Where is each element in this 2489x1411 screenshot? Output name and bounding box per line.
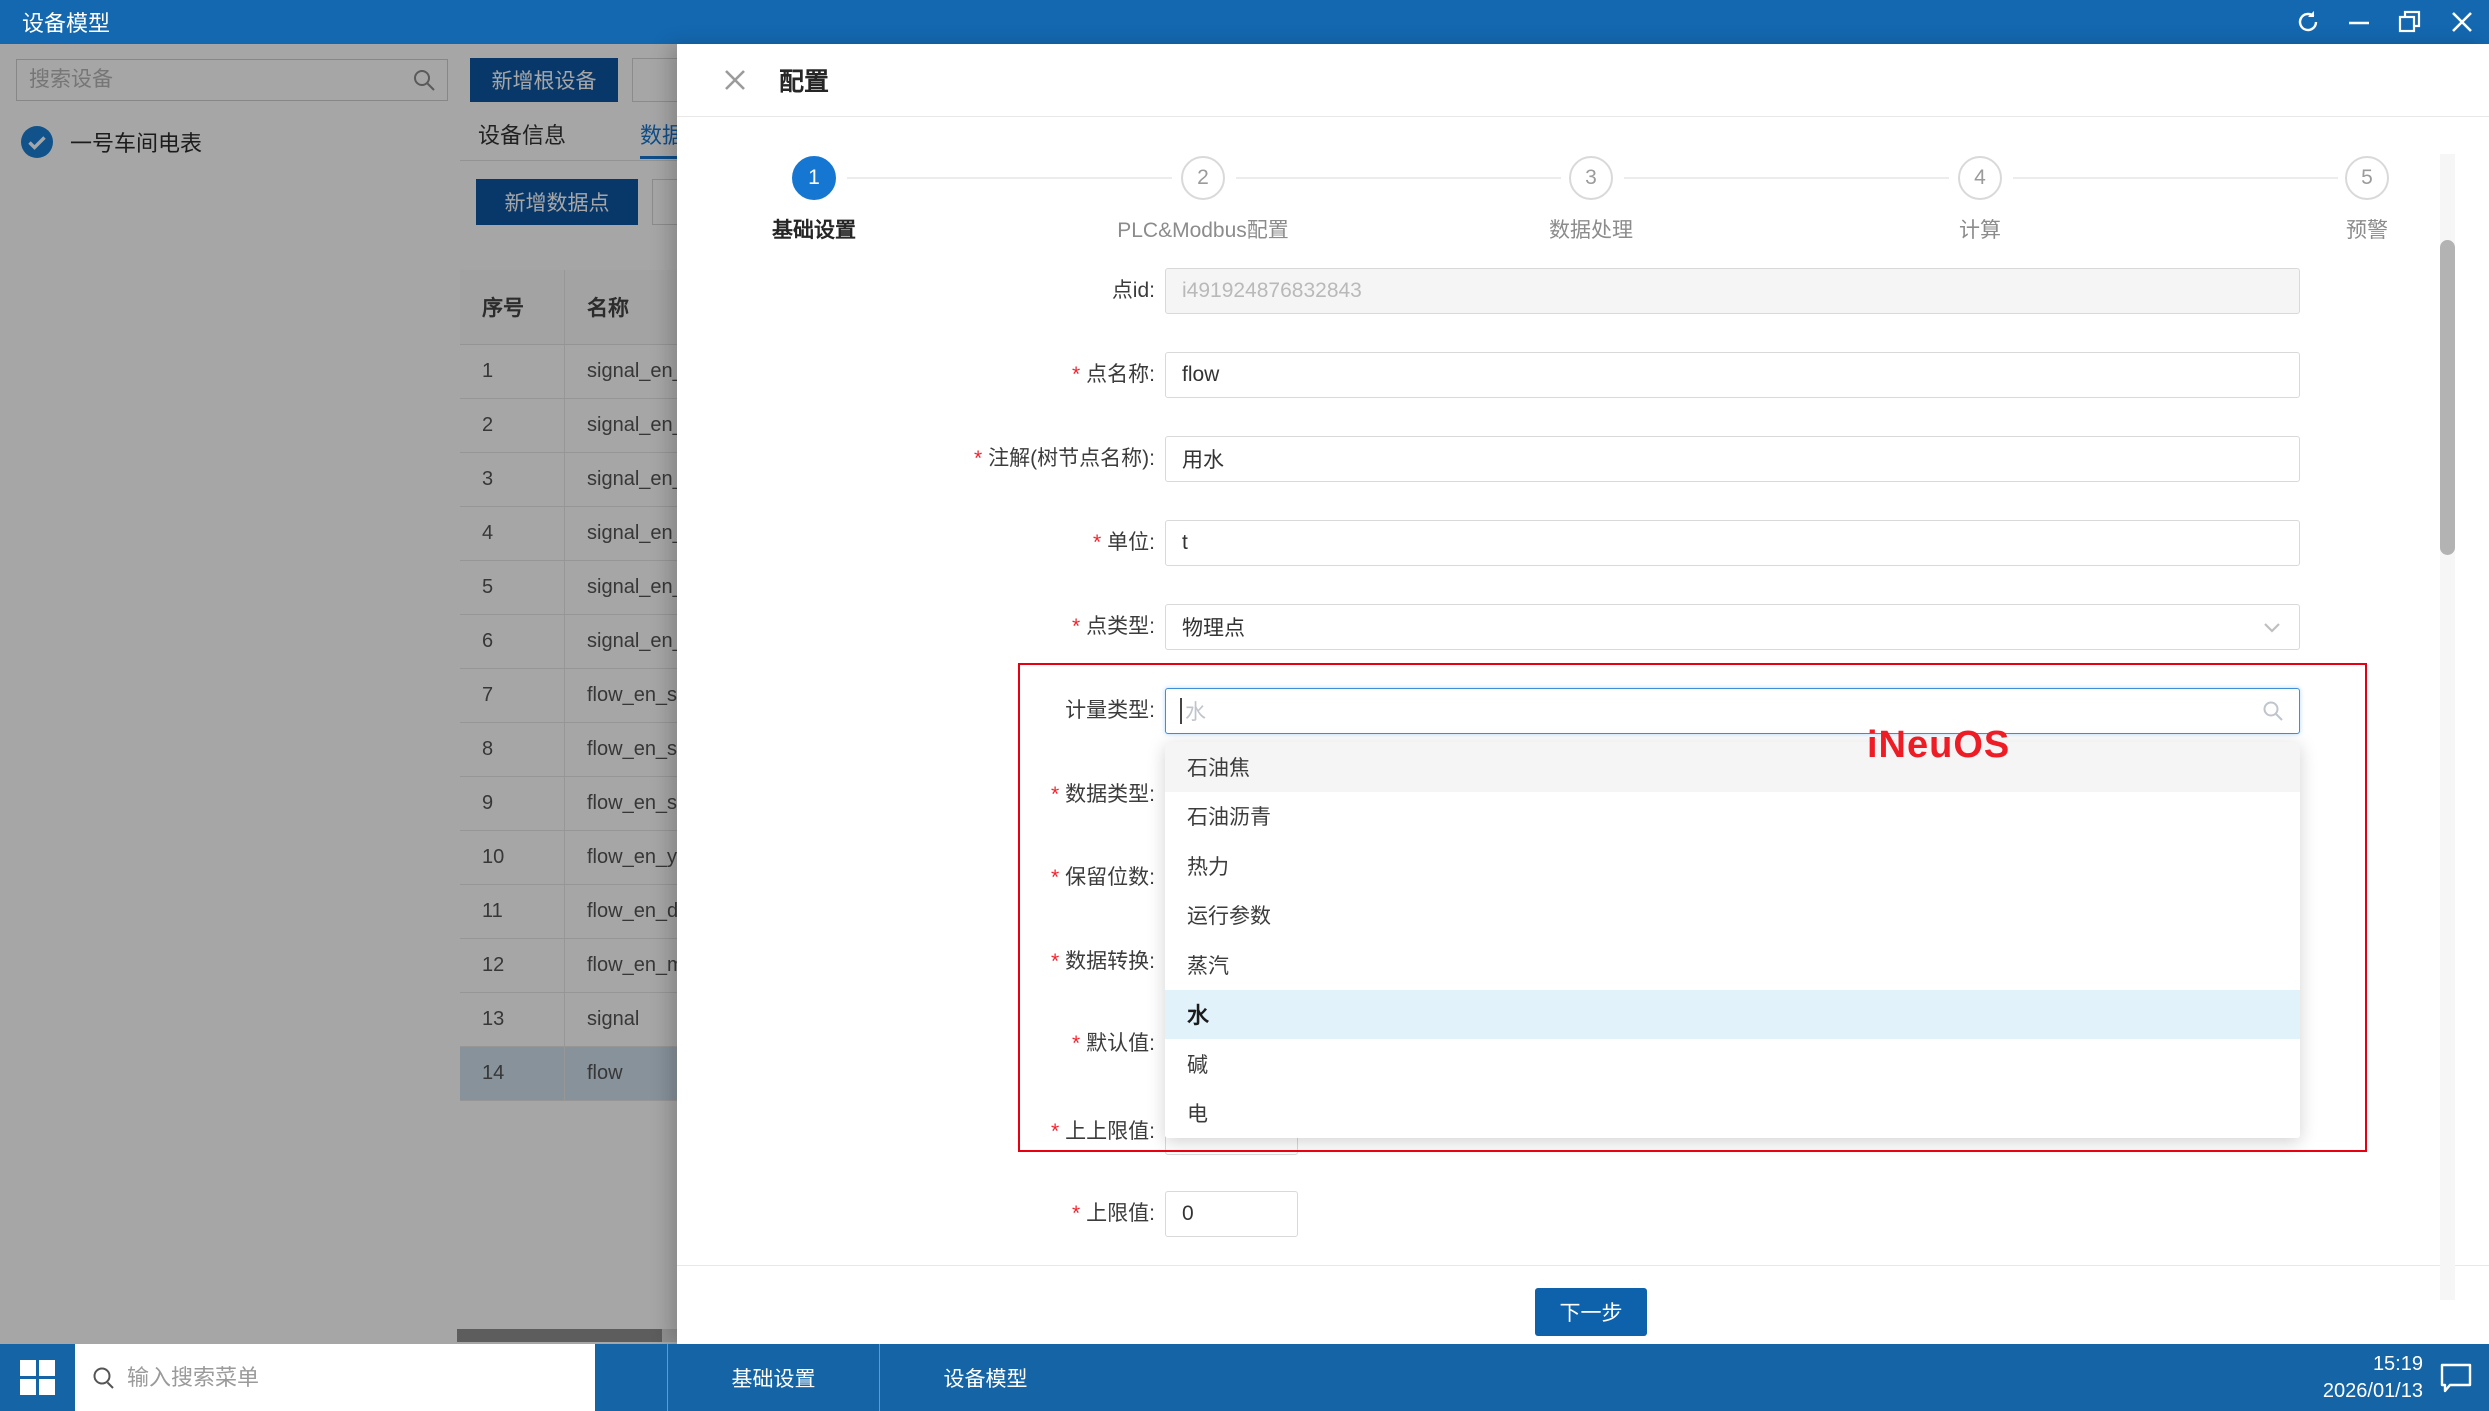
- dialog-header: 配置: [677, 44, 2489, 117]
- step-connector: [1624, 177, 1949, 179]
- taskbar-search-box: [75, 1344, 595, 1411]
- step-3-circle[interactable]: 3: [1569, 156, 1613, 200]
- data-convert-label: * 数据转换:: [1050, 950, 1155, 973]
- step-5-circle[interactable]: 5: [2345, 156, 2389, 200]
- dialog-close-icon[interactable]: [721, 66, 749, 94]
- metric-type-value: 水: [1185, 701, 1206, 724]
- dropdown-item[interactable]: 石油沥青: [1165, 791, 2300, 841]
- metric-type-search-input[interactable]: 水: [1165, 688, 2300, 734]
- dropdown-item[interactable]: 电: [1165, 1088, 2300, 1138]
- point-name-label: * 点名称:: [1071, 363, 1155, 386]
- restore-icon[interactable]: [2397, 9, 2423, 35]
- search-icon: [91, 1365, 117, 1391]
- annotation-label: * 注解(树节点名称):: [973, 447, 1155, 470]
- metric-type-label: 计量类型:: [1065, 699, 1155, 722]
- taskbar: 基础设置 设备模型 15:19 2026/01/13: [0, 1344, 2489, 1411]
- taskbar-time: 15:19: [2372, 1352, 2423, 1375]
- start-button[interactable]: [0, 1344, 75, 1411]
- step-4-circle[interactable]: 4: [1958, 156, 2002, 200]
- notification-icon[interactable]: [2437, 1361, 2475, 1395]
- step-connector: [2013, 177, 2338, 179]
- decimals-label: * 保留位数:: [1050, 866, 1155, 889]
- dropdown-item[interactable]: 运行参数: [1165, 890, 2300, 940]
- dropdown-item[interactable]: 石油焦: [1165, 742, 2300, 792]
- dropdown-item[interactable]: 蒸汽: [1165, 940, 2300, 990]
- search-icon: [2261, 699, 2285, 723]
- upper-upper-limit-label: * 上上限值:: [1050, 1120, 1155, 1143]
- unit-label: * 单位:: [1092, 531, 1155, 554]
- point-type-value: 物理点: [1182, 617, 1245, 640]
- refresh-icon[interactable]: [2295, 9, 2321, 35]
- close-icon[interactable]: [2449, 9, 2475, 35]
- taskbar-date: 2026/01/13: [2322, 1379, 2423, 1402]
- step-connector: [847, 177, 1172, 179]
- point-type-label: * 点类型:: [1071, 615, 1155, 638]
- screen: 设备模型 新增根设备 重新 一号车间电表 设备信息: [0, 0, 2489, 1411]
- point-id-input: [1165, 268, 2300, 314]
- upper-limit-label: * 上限值:: [1071, 1202, 1155, 1225]
- window-titlebar: 设备模型: [0, 0, 2489, 44]
- taskbar-gap: [595, 1344, 667, 1411]
- dialog-scrollbar-thumb[interactable]: [2440, 240, 2455, 555]
- metric-type-dropdown: 石油焦 石油沥青 热力 运行参数 蒸汽 水 碱 电: [1165, 742, 2300, 1138]
- data-type-label: * 数据类型:: [1050, 783, 1155, 806]
- step-3-label: 数据处理: [1549, 219, 1633, 242]
- step-1-label: 基础设置: [772, 219, 856, 242]
- text-caret: [1180, 698, 1182, 724]
- point-name-input[interactable]: [1165, 352, 2300, 398]
- step-5-label: 预警: [2346, 219, 2388, 242]
- taskbar-clock[interactable]: 15:19 2026/01/13: [2323, 1351, 2423, 1405]
- chevron-down-icon: [2261, 616, 2283, 638]
- point-id-label: 点id:: [1111, 279, 1155, 302]
- upper-limit-input[interactable]: [1165, 1191, 1298, 1237]
- point-type-select[interactable]: 物理点: [1165, 604, 2300, 650]
- step-2-circle[interactable]: 2: [1181, 156, 1225, 200]
- dropdown-item[interactable]: 碱: [1165, 1039, 2300, 1089]
- window-title: 设备模型: [22, 11, 111, 36]
- minimize-icon[interactable]: [2347, 9, 2371, 35]
- taskbar-app-device-model[interactable]: 设备模型: [879, 1344, 1091, 1411]
- step-2-label: PLC&Modbus配置: [1117, 219, 1289, 242]
- step-1-circle[interactable]: 1: [792, 156, 836, 200]
- annotation-input[interactable]: [1165, 436, 2300, 482]
- windows-logo-icon: [20, 1360, 55, 1395]
- unit-input[interactable]: [1165, 520, 2300, 566]
- next-step-button[interactable]: 下一步: [1535, 1288, 1647, 1336]
- footer-divider: [677, 1265, 2489, 1266]
- dialog-title: 配置: [779, 68, 830, 96]
- taskbar-app-basic-settings[interactable]: 基础设置: [667, 1344, 879, 1411]
- step-connector: [1236, 177, 1561, 179]
- taskbar-search-input[interactable]: [127, 1364, 579, 1391]
- config-dialog: 配置 1 2 3 4 5 基础设置 PLC&Modbus配置 数据处理 计算 预…: [677, 44, 2489, 1344]
- dropdown-item-selected[interactable]: 水: [1165, 989, 2300, 1039]
- dropdown-item[interactable]: 热力: [1165, 841, 2300, 891]
- step-4-label: 计算: [1959, 219, 2001, 242]
- default-value-label: * 默认值:: [1071, 1032, 1155, 1055]
- modal-overlay: [0, 44, 677, 1344]
